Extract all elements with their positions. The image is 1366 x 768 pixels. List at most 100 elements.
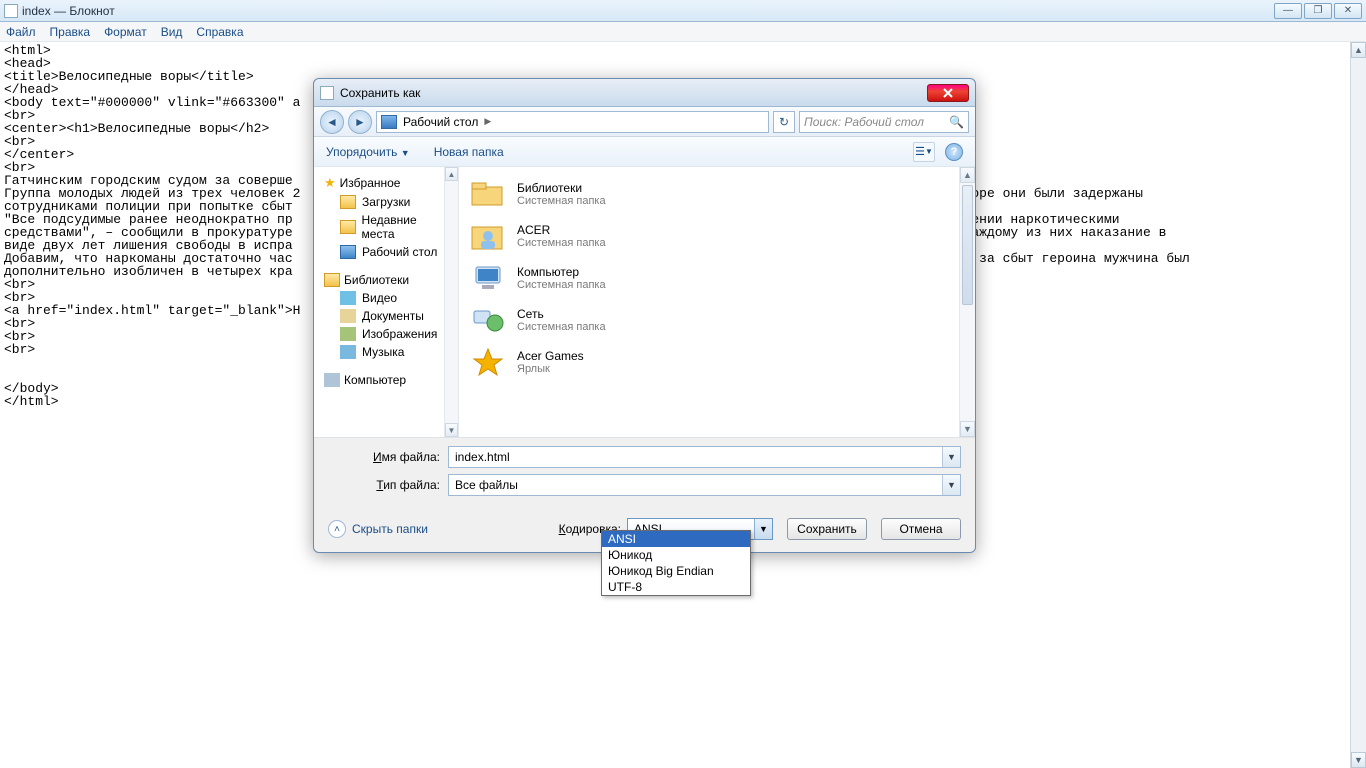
file-subtitle: Системная папка [517,195,606,207]
file-subtitle: Ярлык [517,363,584,375]
encoding-option[interactable]: Юникод [602,547,750,563]
notepad-menubar: Файл Правка Формат Вид Справка [0,22,1366,42]
nav-back-button[interactable]: ◄ [320,110,344,134]
menu-view[interactable]: Вид [161,25,183,39]
nav-sidebar: ★Избранное Загрузки Недавние места Рабоч… [314,167,459,437]
scroll-down-icon[interactable]: ▼ [960,421,975,437]
desktop-icon [340,245,356,259]
star-icon: ★ [324,175,336,191]
video-icon [340,291,356,305]
chevron-down-icon[interactable]: ▼ [942,447,960,467]
desktop-icon [381,115,397,129]
libraries-icon [469,177,507,211]
nav-forward-button[interactable]: ► [348,110,372,134]
hide-folders-button[interactable]: ˄ Скрыть папки [328,520,428,538]
sidebar-item-music[interactable]: Музыка [314,343,458,361]
encoding-option[interactable]: ANSI [602,531,750,547]
notepad-icon [4,4,18,18]
scroll-down-icon[interactable]: ▼ [1351,752,1366,768]
dialog-close-button[interactable] [927,84,969,102]
save-as-dialog: Сохранить как ◄ ► Рабочий стол ▶ ↻ Поиск… [313,78,976,553]
file-pane[interactable]: БиблиотекиСистемная папкаACERСистемная п… [459,167,975,437]
file-item[interactable]: СетьСистемная папка [469,299,965,341]
chevron-right-icon[interactable]: ▶ [484,116,491,127]
network-icon [469,303,507,337]
sidebar-favorites-header[interactable]: ★Избранное [314,173,458,193]
chevron-down-icon: ▼ [401,148,410,158]
sidebar-item-desktop[interactable]: Рабочий стол [314,243,458,261]
search-placeholder: Поиск: Рабочий стол [804,115,924,129]
search-input[interactable]: Поиск: Рабочий стол 🔍 [799,111,969,133]
filetype-label: Тип файла: [328,478,448,492]
file-name: Компьютер [517,265,606,279]
menu-edit[interactable]: Правка [50,25,91,39]
help-button[interactable]: ? [945,143,963,161]
menu-file[interactable]: Файл [6,25,36,39]
scroll-down-icon[interactable]: ▼ [445,423,458,437]
chevron-down-icon[interactable]: ▼ [942,475,960,495]
scroll-up-icon[interactable]: ▲ [445,167,458,181]
menu-help[interactable]: Справка [196,25,243,39]
encoding-dropdown[interactable]: ANSIЮникодЮникод Big EndianUTF-8 [601,530,751,596]
file-name: Acer Games [517,349,584,363]
notepad-titlebar[interactable]: index — Блокнот — ❐ ✕ [0,0,1366,22]
file-subtitle: Системная папка [517,321,606,333]
user-icon [469,219,507,253]
sidebar-item-images[interactable]: Изображения [314,325,458,343]
computer-icon [469,261,507,295]
close-icon [943,88,953,98]
folder-icon [340,220,356,234]
file-item[interactable]: БиблиотекиСистемная папка [469,173,965,215]
dialog-body: ★Избранное Загрузки Недавние места Рабоч… [314,167,975,437]
sidebar-item-recent[interactable]: Недавние места [314,211,458,243]
filename-label: Имя файла: [328,450,448,464]
file-name: ACER [517,223,606,237]
maximize-button[interactable]: ❐ [1304,3,1332,19]
sidebar-item-documents[interactable]: Документы [314,307,458,325]
shortcut-icon [469,345,507,379]
filetype-select[interactable]: Все файлы ▼ [448,474,961,496]
organize-button[interactable]: Упорядочить ▼ [326,145,410,159]
dialog-titlebar[interactable]: Сохранить как [314,79,975,107]
encoding-option[interactable]: Юникод Big Endian [602,563,750,579]
breadcrumb-text: Рабочий стол [403,115,478,129]
dialog-icon [320,86,334,100]
refresh-button[interactable]: ↻ [773,111,795,133]
file-item[interactable]: Acer GamesЯрлык [469,341,965,383]
sidebar-item-video[interactable]: Видео [314,289,458,307]
chevron-down-icon[interactable]: ▼ [754,519,772,539]
file-subtitle: Системная папка [517,237,606,249]
search-icon: 🔍 [949,115,964,129]
documents-icon [340,309,356,323]
form-area: Имя файла: index.html ▼ Тип файла: Все ф… [314,437,975,508]
file-subtitle: Системная папка [517,279,606,291]
file-item[interactable]: ACERСистемная папка [469,215,965,257]
new-folder-button[interactable]: Новая папка [434,145,504,159]
scroll-up-icon[interactable]: ▲ [1351,42,1366,58]
sidebar-libraries-header[interactable]: Библиотеки [314,271,458,289]
filelist-scrollbar[interactable]: ▲ ▼ [959,167,975,437]
folder-icon [340,195,356,209]
close-button[interactable]: ✕ [1334,3,1362,19]
view-options-button[interactable]: ☰▼ [913,142,935,162]
dialog-toolbar: Упорядочить ▼ Новая папка ☰▼ ? [314,137,975,167]
minimize-button[interactable]: — [1274,3,1302,19]
encoding-option[interactable]: UTF-8 [602,579,750,595]
sidebar-scrollbar[interactable]: ▲▼ [444,167,458,437]
dialog-title: Сохранить как [340,86,420,100]
file-name: Библиотеки [517,181,606,195]
scroll-up-icon[interactable]: ▲ [960,167,975,183]
sidebar-item-downloads[interactable]: Загрузки [314,193,458,211]
filename-input[interactable]: index.html ▼ [448,446,961,468]
notepad-title: index — Блокнот [22,4,115,18]
notepad-scrollbar[interactable]: ▲ ▼ [1350,42,1366,768]
cancel-button[interactable]: Отмена [881,518,961,540]
save-button[interactable]: Сохранить [787,518,867,540]
file-item[interactable]: КомпьютерСистемная папка [469,257,965,299]
sidebar-computer-header[interactable]: Компьютер [314,371,458,389]
scroll-thumb[interactable] [962,185,973,305]
menu-format[interactable]: Формат [104,25,147,39]
breadcrumb[interactable]: Рабочий стол ▶ [376,111,769,133]
libraries-icon [324,273,340,287]
file-name: Сеть [517,307,606,321]
